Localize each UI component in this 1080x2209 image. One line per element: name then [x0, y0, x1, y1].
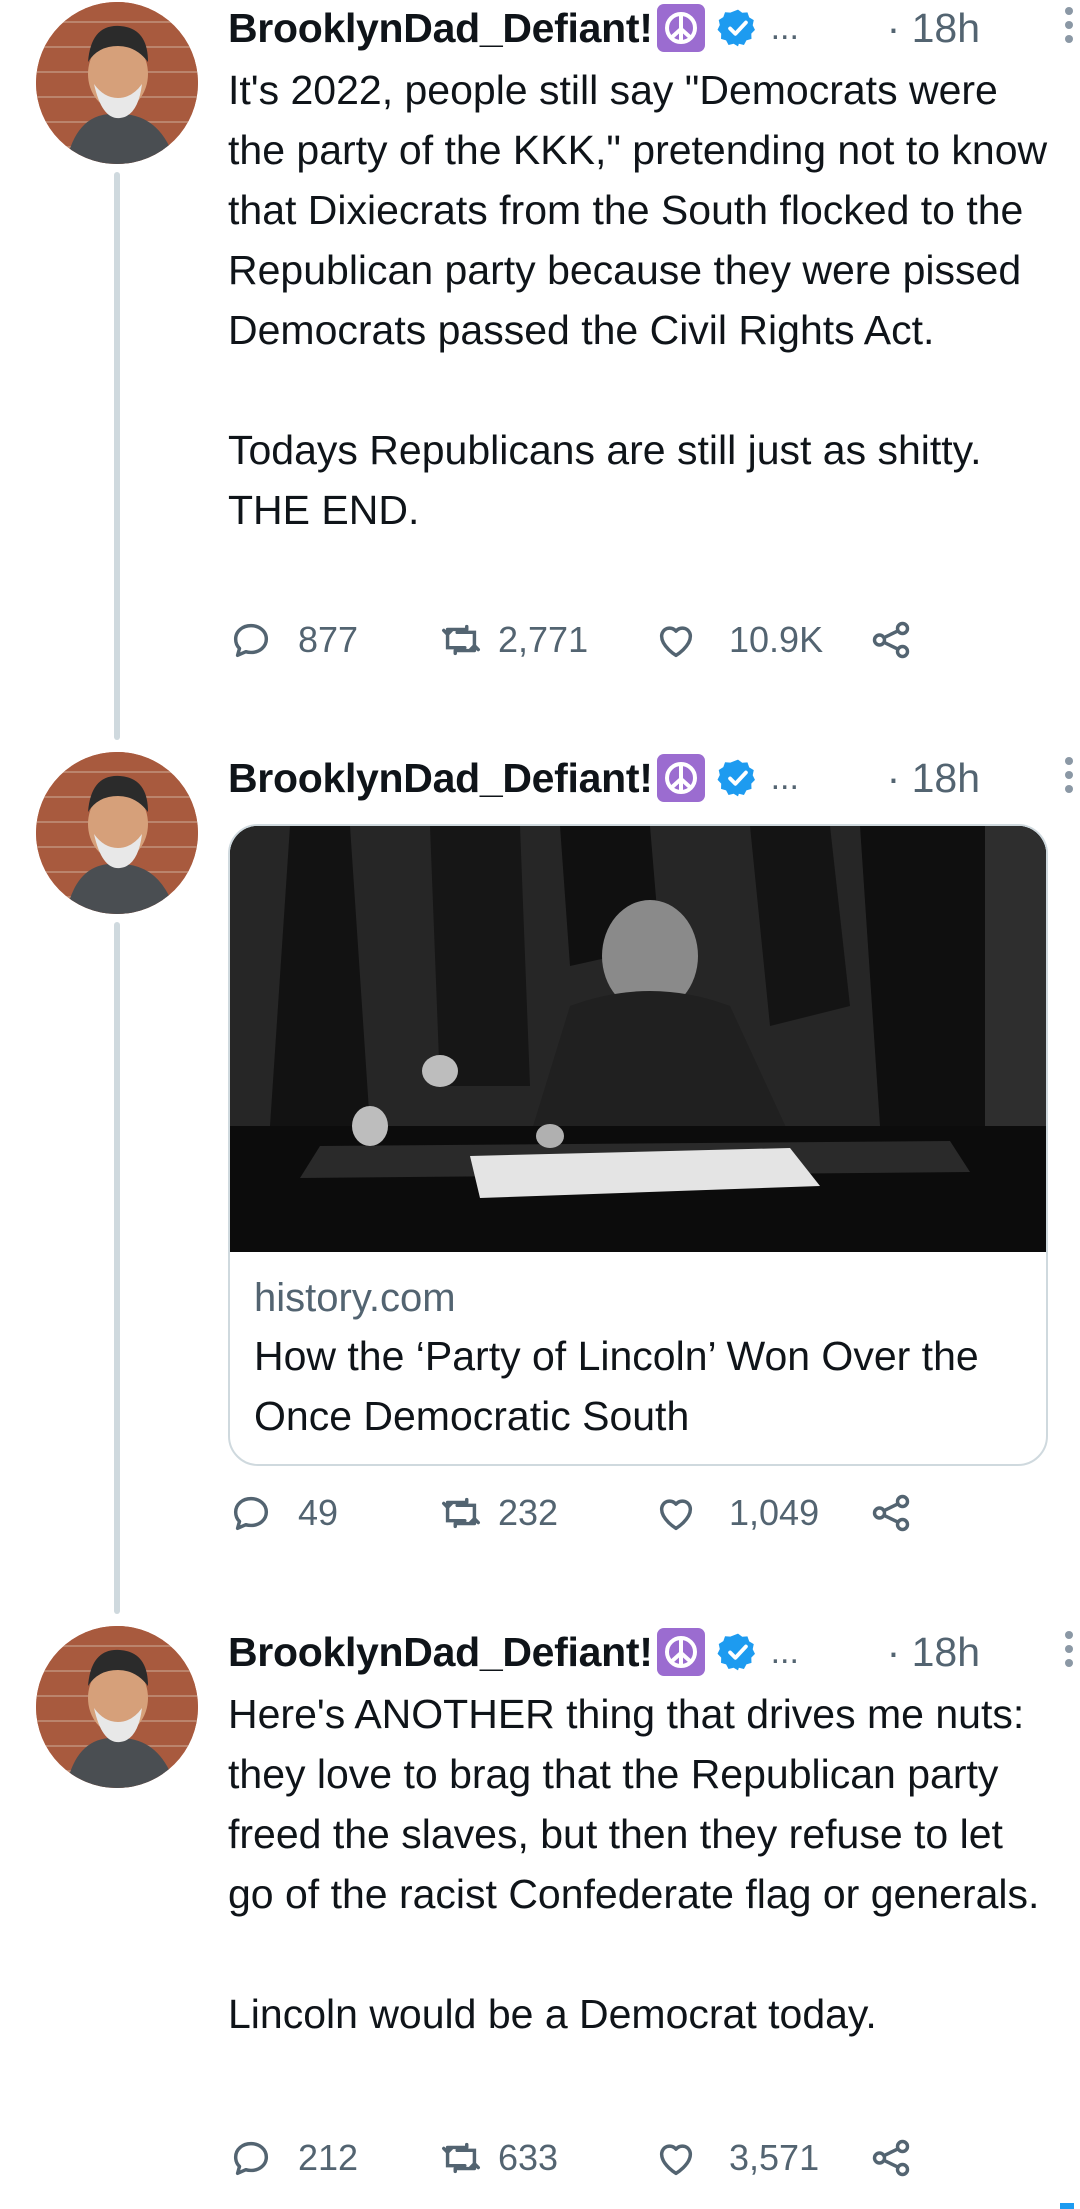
- like-count: 10.9K: [729, 619, 824, 660]
- reply-icon: [233, 1496, 269, 1531]
- reply-count: 877: [298, 619, 359, 660]
- tweet-text: Here's ANOTHER thing that drives me nuts…: [228, 1684, 1048, 2044]
- timestamp[interactable]: · 18h: [887, 755, 980, 802]
- reply-icon: [233, 623, 269, 658]
- share-icon: [872, 621, 910, 659]
- link-card-domain: history.com: [254, 1276, 456, 1320]
- share-button[interactable]: [868, 2128, 914, 2188]
- heart-icon: [659, 626, 693, 658]
- reply-icon: [233, 2141, 269, 2176]
- avatar-photo: [36, 2, 198, 164]
- author-name[interactable]: BrooklynDad_Defiant!: [228, 1629, 653, 1676]
- reply-count: 49: [298, 1492, 339, 1533]
- heart-icon: [659, 2144, 693, 2176]
- retweet-count: 232: [498, 1492, 559, 1533]
- retweet-button[interactable]: 633: [438, 2128, 558, 2188]
- timestamp[interactable]: · 18h: [887, 5, 980, 52]
- retweet-count: 2,771: [498, 619, 589, 660]
- share-icon: [872, 2139, 910, 2177]
- avatar-photo: [36, 1626, 198, 1788]
- retweet-icon: [442, 2142, 480, 2174]
- like-button[interactable]: 1,049: [653, 1483, 819, 1543]
- tweet-paragraph: Lincoln would be a Democrat today.: [228, 1991, 877, 2037]
- share-icon: [872, 1494, 910, 1532]
- more-options-icon[interactable]: [1062, 4, 1076, 48]
- scroll-indicator: [1060, 2203, 1074, 2209]
- tweet-paragraph: Here's ANOTHER thing that drives me nuts…: [228, 1691, 1040, 1917]
- reply-button[interactable]: 212: [228, 2128, 358, 2188]
- like-button[interactable]: 3,571: [653, 2128, 819, 2188]
- tweet-header: BrooklynDad_Defiant! ... · 18h: [228, 1624, 1048, 1680]
- thread-line: [114, 922, 120, 1614]
- share-button[interactable]: [868, 610, 914, 670]
- action-bar: 877 2,771 10.9K: [228, 610, 1048, 670]
- avatar-photo: [36, 752, 198, 914]
- like-button[interactable]: 10.9K: [653, 610, 823, 670]
- link-card-image: [230, 826, 1046, 1252]
- avatar[interactable]: [36, 2, 198, 164]
- retweet-icon: [442, 624, 480, 656]
- author-name[interactable]: BrooklynDad_Defiant!: [228, 755, 653, 802]
- action-bar: 212 633 3,571: [228, 2128, 1048, 2188]
- timestamp[interactable]: · 18h: [887, 1629, 980, 1676]
- more-options-icon[interactable]: [1062, 1628, 1076, 1672]
- link-card-body: history.com How the ‘Party of Lincoln’ W…: [230, 1252, 1046, 1464]
- tweet-text: It's 2022, people still say "Democrats w…: [228, 60, 1048, 540]
- handle-ellipsis: ...: [770, 758, 799, 797]
- handle-ellipsis: ...: [770, 1632, 799, 1671]
- action-bar: 49 232 1,049: [228, 1483, 1048, 1543]
- verified-badge-icon: [717, 9, 755, 47]
- handle-ellipsis: ...: [770, 8, 799, 47]
- peace-emoji-icon: [656, 1628, 705, 1676]
- share-button[interactable]: [868, 1483, 914, 1543]
- tweet-header: BrooklynDad_Defiant! ... · 18h: [228, 0, 1048, 56]
- link-card-title: How the ‘Party of Lincoln’ Won Over the …: [254, 1333, 979, 1439]
- reply-button[interactable]: 877: [228, 610, 358, 670]
- reply-button[interactable]: 49: [228, 1483, 338, 1543]
- reply-count: 212: [298, 2137, 359, 2178]
- avatar[interactable]: [36, 1626, 198, 1788]
- tweet-header: BrooklynDad_Defiant! ... · 18h: [228, 750, 1048, 806]
- like-count: 1,049: [729, 1492, 820, 1533]
- tweet-paragraph: It's 2022, people still say "Democrats w…: [228, 67, 1048, 353]
- verified-badge-icon: [717, 1633, 755, 1671]
- retweet-icon: [442, 1497, 480, 1529]
- verified-badge-icon: [717, 759, 755, 797]
- peace-emoji-icon: [656, 754, 705, 802]
- author-name[interactable]: BrooklynDad_Defiant!: [228, 5, 653, 52]
- link-card[interactable]: history.com How the ‘Party of Lincoln’ W…: [228, 824, 1048, 1466]
- retweet-button[interactable]: 2,771: [438, 610, 588, 670]
- retweet-button[interactable]: 232: [438, 1483, 558, 1543]
- peace-emoji-icon: [656, 4, 705, 52]
- thread-line: [114, 172, 120, 740]
- more-options-icon[interactable]: [1062, 754, 1076, 798]
- avatar[interactable]: [36, 752, 198, 914]
- heart-icon: [659, 1499, 693, 1531]
- tweet-paragraph: Todays Republicans are still just as shi…: [228, 427, 982, 533]
- retweet-count: 633: [498, 2137, 559, 2178]
- like-count: 3,571: [729, 2137, 820, 2178]
